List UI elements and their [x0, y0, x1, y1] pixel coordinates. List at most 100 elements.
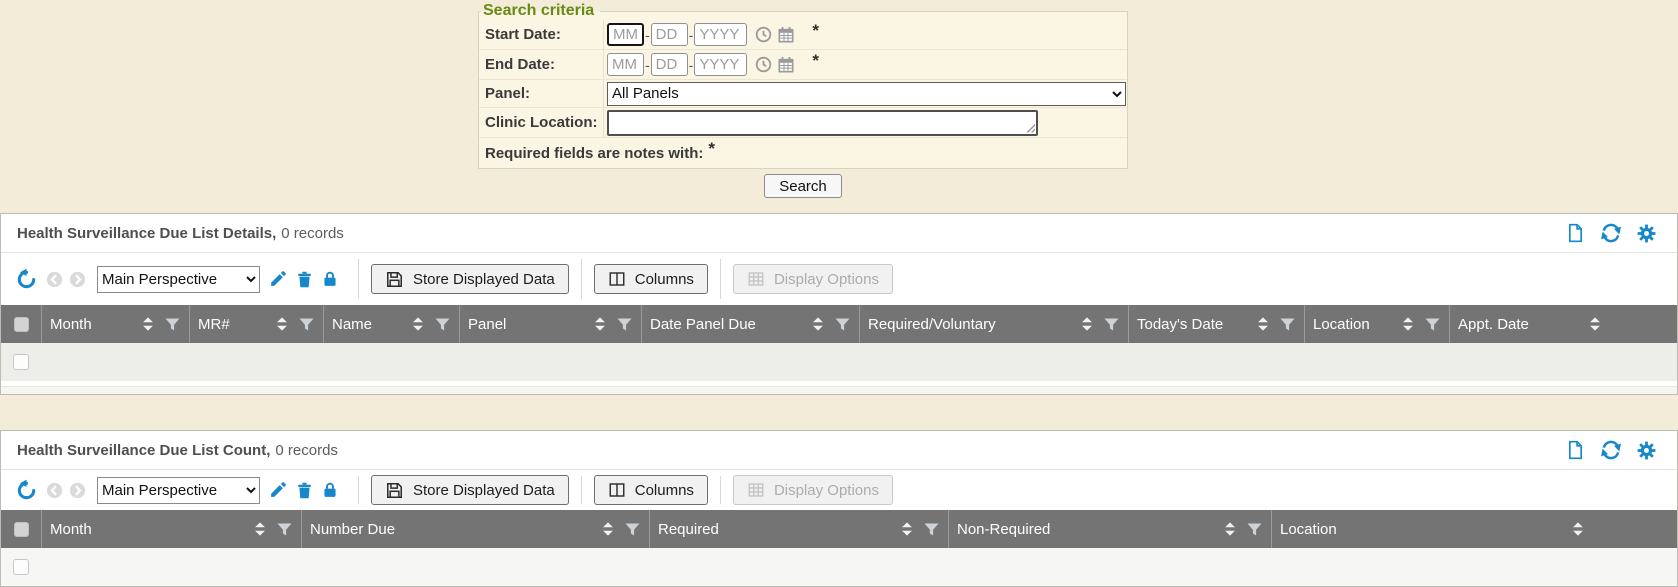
filter-icon[interactable]	[1104, 318, 1119, 331]
lock-perspective-icon[interactable]	[321, 480, 339, 500]
store-displayed-data-button[interactable]: Store Displayed Data	[371, 264, 569, 294]
start-date-mm-input[interactable]	[607, 23, 644, 46]
column-header-date-panel-due[interactable]: Date Panel Due	[641, 305, 859, 343]
filter-icon[interactable]	[1280, 318, 1295, 331]
filter-icon[interactable]	[1425, 318, 1440, 331]
delete-perspective-trash-icon[interactable]	[295, 480, 314, 501]
filter-icon[interactable]	[1247, 523, 1262, 536]
filter-icon[interactable]	[165, 318, 180, 331]
column-header-required[interactable]: Required	[649, 510, 948, 548]
column-header-panel[interactable]: Panel	[459, 305, 641, 343]
sort-icon[interactable]	[1224, 522, 1236, 536]
toolbar-separator	[358, 259, 359, 299]
columns-button[interactable]: Columns	[594, 475, 708, 505]
previous-perspective-icon[interactable]	[45, 481, 64, 500]
column-header-number-due[interactable]: Number Due	[301, 510, 649, 548]
row-checkbox[interactable]	[13, 354, 29, 370]
edit-perspective-pencil-icon[interactable]	[268, 480, 288, 500]
end-date-mm-input[interactable]	[607, 53, 644, 76]
filter-icon[interactable]	[625, 523, 640, 536]
column-header-mr[interactable]: MR#	[189, 305, 323, 343]
clinic-location-row: Clinic Location:	[479, 108, 1127, 138]
undo-icon[interactable]	[15, 479, 38, 502]
column-header-month[interactable]: Month	[41, 510, 301, 548]
sort-icon[interactable]	[1081, 317, 1093, 331]
column-header-today-s-date[interactable]: Today's Date	[1128, 305, 1304, 343]
panel-select[interactable]: All Panels	[607, 82, 1126, 106]
columns-label: Columns	[635, 482, 694, 499]
select-all-checkbox[interactable]	[14, 522, 29, 537]
sort-icon[interactable]	[901, 522, 913, 536]
filter-icon[interactable]	[835, 318, 850, 331]
clock-icon[interactable]	[754, 25, 773, 44]
column-label: Today's Date	[1137, 316, 1223, 333]
store-displayed-data-button[interactable]: Store Displayed Data	[371, 475, 569, 505]
undo-icon[interactable]	[15, 268, 38, 291]
filter-icon[interactable]	[435, 318, 450, 331]
calendar-icon[interactable]	[776, 25, 796, 45]
start-date-dd-input[interactable]	[651, 23, 688, 46]
refresh-icon[interactable]	[1600, 439, 1622, 461]
clinic-location-input[interactable]	[607, 110, 1038, 136]
date-dash: -	[645, 27, 650, 43]
count-record-count: 0 records	[275, 442, 338, 459]
column-header-required-voluntary[interactable]: Required/Voluntary	[859, 305, 1128, 343]
edit-perspective-pencil-icon[interactable]	[268, 269, 288, 289]
new-page-icon[interactable]	[1565, 439, 1586, 461]
end-date-yyyy-input[interactable]	[694, 53, 747, 76]
perspective-select[interactable]: Main Perspective	[97, 266, 260, 293]
start-date-yyyy-input[interactable]	[694, 23, 747, 46]
calendar-icon[interactable]	[776, 55, 796, 75]
sort-icon[interactable]	[142, 317, 154, 331]
filter-icon[interactable]	[617, 318, 632, 331]
column-label: Location	[1313, 316, 1370, 333]
search-button[interactable]: Search	[764, 174, 842, 198]
toolbar-separator	[358, 476, 359, 504]
column-header-name[interactable]: Name	[323, 305, 459, 343]
new-page-icon[interactable]	[1565, 222, 1586, 244]
previous-perspective-icon[interactable]	[45, 270, 64, 289]
gear-icon[interactable]	[1636, 440, 1657, 461]
count-titlebar: Health Surveillance Due List Count, 0 re…	[1, 431, 1677, 470]
sort-icon[interactable]	[276, 317, 288, 331]
filter-icon[interactable]	[924, 523, 939, 536]
filter-icon[interactable]	[277, 523, 292, 536]
column-header-non-required[interactable]: Non-Required	[948, 510, 1271, 548]
required-note-row: Required fields are notes with: *	[479, 138, 1127, 168]
refresh-icon[interactable]	[1600, 222, 1622, 244]
sort-icon[interactable]	[1402, 317, 1414, 331]
row-checkbox[interactable]	[13, 559, 29, 575]
column-label: Date Panel Due	[650, 316, 756, 333]
sort-icon[interactable]	[1572, 522, 1584, 536]
sort-icon[interactable]	[594, 317, 606, 331]
sort-icon[interactable]	[1589, 317, 1601, 331]
column-header-location[interactable]: Location	[1304, 305, 1449, 343]
column-header-month[interactable]: Month	[41, 305, 189, 343]
sort-icon[interactable]	[254, 522, 266, 536]
floppy-disk-icon	[385, 270, 404, 289]
display-options-icon	[747, 481, 765, 499]
display-options-button[interactable]: Display Options	[733, 475, 893, 505]
sort-icon[interactable]	[1257, 317, 1269, 331]
column-label: Number Due	[310, 521, 395, 538]
next-perspective-icon[interactable]	[68, 481, 87, 500]
delete-perspective-trash-icon[interactable]	[295, 269, 314, 290]
panel-label: Panel:	[485, 80, 604, 107]
sort-icon[interactable]	[812, 317, 824, 331]
column-header-appt-date[interactable]: Appt. Date	[1449, 305, 1677, 343]
display-options-button[interactable]: Display Options	[733, 264, 893, 294]
columns-button[interactable]: Columns	[594, 264, 708, 294]
clock-icon[interactable]	[754, 55, 773, 74]
next-perspective-icon[interactable]	[68, 270, 87, 289]
select-all-checkbox[interactable]	[14, 317, 29, 332]
toolbar-separator	[720, 259, 721, 299]
lock-perspective-icon[interactable]	[321, 269, 339, 289]
column-header-location[interactable]: Location	[1271, 510, 1677, 548]
store-displayed-data-label: Store Displayed Data	[413, 482, 555, 499]
filter-icon[interactable]	[299, 318, 314, 331]
gear-icon[interactable]	[1636, 223, 1657, 244]
perspective-select[interactable]: Main Perspective	[97, 477, 260, 504]
end-date-dd-input[interactable]	[651, 53, 688, 76]
sort-icon[interactable]	[602, 522, 614, 536]
sort-icon[interactable]	[412, 317, 424, 331]
